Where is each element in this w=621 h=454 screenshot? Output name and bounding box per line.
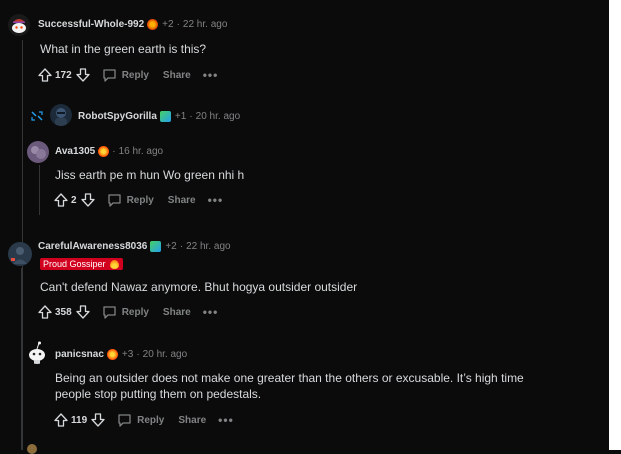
comment-bubble-icon <box>107 194 121 207</box>
karma-count: +1 <box>174 111 187 122</box>
reply-button[interactable]: Reply <box>117 413 164 427</box>
author-name[interactable]: Successful-Whole-992 <box>38 19 144 30</box>
share-button[interactable]: Share <box>168 195 196 206</box>
avatar[interactable] <box>8 242 32 266</box>
comment-body: Jiss earth pe m hun Wo green nhi h <box>55 168 245 182</box>
comment-meta: RobotSpyGorilla +1 · 20 hr. ago <box>78 111 240 122</box>
reply-button[interactable]: Reply <box>102 68 149 82</box>
upvote-icon[interactable] <box>54 193 68 207</box>
upvote-icon[interactable] <box>54 413 68 427</box>
vote-group: 358 <box>38 305 90 319</box>
downvote-icon[interactable] <box>76 305 90 319</box>
separator-dot: · <box>136 349 140 360</box>
user-avatar-icon <box>55 108 67 126</box>
separator-dot: · <box>176 19 180 30</box>
vote-count: 119 <box>71 414 88 426</box>
vote-group: 119 <box>54 413 105 427</box>
karma-count: +2 <box>162 19 174 30</box>
vote-count: 2 <box>71 194 77 206</box>
timestamp[interactable]: 22 hr. ago <box>186 241 230 252</box>
separator-dot: · <box>112 146 116 157</box>
user-avatar-icon <box>27 141 49 163</box>
downvote-icon[interactable] <box>76 68 90 82</box>
comment-bubble-icon <box>118 414 131 427</box>
vote-count: 358 <box>55 306 72 318</box>
thread-line[interactable] <box>21 268 22 450</box>
karma-count: +2 <box>165 241 177 252</box>
scrollbar[interactable] <box>609 0 621 450</box>
timestamp[interactable]: 20 hr. ago <box>143 349 187 360</box>
achievement-icon <box>147 19 159 30</box>
achievement-icon <box>106 349 118 360</box>
achievement-icon <box>98 146 110 157</box>
author-name[interactable]: Ava1305 <box>55 146 95 157</box>
upvote-icon[interactable] <box>38 68 52 82</box>
achievement-icon <box>150 241 162 252</box>
more-options-icon[interactable]: ••• <box>203 68 219 82</box>
more-options-icon[interactable]: ••• <box>203 305 219 319</box>
share-button[interactable]: Share <box>163 307 191 318</box>
comment-meta: Successful-Whole-992 +2 · 22 hr. ago <box>38 19 227 30</box>
more-options-icon[interactable]: ••• <box>208 193 224 207</box>
avatar[interactable] <box>50 104 72 126</box>
comment-thread: Successful-Whole-992 +2 · 22 hr. ago Wha… <box>0 0 609 454</box>
user-flair-badge: Proud Gossiper <box>40 258 123 270</box>
avatar[interactable] <box>27 444 37 454</box>
vote-count: 172 <box>55 69 72 81</box>
comment-actions: 172 Reply Share ••• <box>38 68 218 82</box>
comment-meta: panicsnac +3 · 20 hr. ago <box>55 349 187 360</box>
comment-body-line: people stop putting them on pedestals. <box>55 387 262 401</box>
comment-actions: 2 Reply Share ••• <box>54 193 223 207</box>
reply-label: Reply <box>126 194 154 206</box>
separator-dot: · <box>189 111 193 122</box>
comment-actions: 119 Reply Share ••• <box>54 413 234 427</box>
share-button[interactable]: Share <box>178 415 206 426</box>
upvote-icon[interactable] <box>38 305 52 319</box>
avatar[interactable] <box>8 14 30 36</box>
snoo-avatar-icon <box>12 19 26 33</box>
author-name[interactable]: panicsnac <box>55 349 104 360</box>
flair-label: Proud Gossiper <box>43 259 106 269</box>
timestamp[interactable]: 20 hr. ago <box>196 111 240 122</box>
downvote-icon[interactable] <box>80 193 95 207</box>
reply-button[interactable]: Reply <box>107 193 154 207</box>
comment-bubble-icon <box>103 306 116 319</box>
expand-icon[interactable] <box>30 110 44 122</box>
reply-label: Reply <box>121 306 149 318</box>
reply-button[interactable]: Reply <box>102 305 149 319</box>
vote-group: 2 <box>54 193 95 207</box>
comment-body: What in the green earth is this? <box>40 42 207 56</box>
avatar[interactable] <box>25 340 49 364</box>
thread-line[interactable] <box>39 165 40 215</box>
achievement-icon <box>159 111 171 122</box>
avatar[interactable] <box>27 141 49 163</box>
comment-body: Can't defend Nawaz anymore. Bhut hogya o… <box>40 280 358 294</box>
user-avatar-icon <box>8 242 32 266</box>
comment-bubble-icon <box>103 69 116 82</box>
author-name[interactable]: RobotSpyGorilla <box>78 111 157 122</box>
comment-meta: CarefulAwareness8036 +2 · 22 hr. ago <box>38 241 231 252</box>
author-name[interactable]: CarefulAwareness8036 <box>38 241 147 252</box>
more-options-icon[interactable]: ••• <box>218 413 234 427</box>
timestamp[interactable]: 16 hr. ago <box>119 146 163 157</box>
share-button[interactable]: Share <box>163 70 191 81</box>
vote-group: 172 <box>38 68 90 82</box>
fire-emoji-icon <box>109 259 119 269</box>
snoo-avatar-icon <box>29 341 45 364</box>
comment-actions: 358 Reply Share ••• <box>38 305 218 319</box>
reply-label: Reply <box>121 69 149 81</box>
karma-count: +3 <box>121 349 134 360</box>
reply-label: Reply <box>137 414 165 426</box>
downvote-icon[interactable] <box>91 413 105 427</box>
separator-dot: · <box>179 241 184 252</box>
timestamp[interactable]: 22 hr. ago <box>183 19 227 30</box>
comment-meta: Ava1305 · 16 hr. ago <box>55 146 163 157</box>
